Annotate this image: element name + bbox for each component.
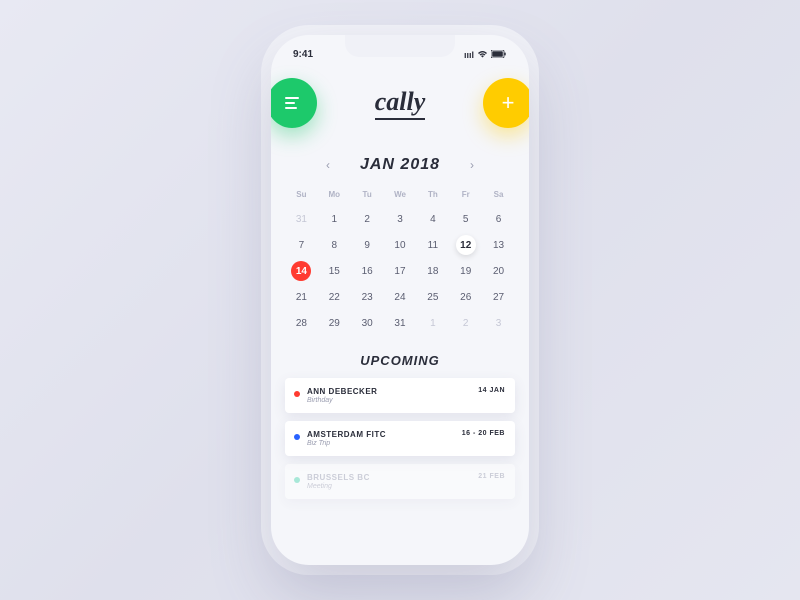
event-color-dot <box>294 434 300 440</box>
events-list: ANN DEBECKERBirthday 14 JAN AMSTERDAM FITC… <box>285 378 515 499</box>
event-date: 14 JAN <box>478 387 505 394</box>
calendar-day[interactable]: 23 <box>351 285 384 309</box>
calendar-day[interactable]: 3 <box>384 207 417 231</box>
event-color-dot <box>294 391 300 397</box>
signal-icon: ıııl <box>464 50 474 60</box>
notch <box>345 35 455 57</box>
weekday-label: Th <box>416 190 449 199</box>
event-date: 21 FEB <box>478 473 505 480</box>
calendar-day[interactable]: 14 <box>285 259 318 283</box>
weekday-label: We <box>384 190 417 199</box>
upcoming-heading: UPCOMING <box>285 353 515 368</box>
calendar-day[interactable]: 4 <box>416 207 449 231</box>
month-title: JAN 2018 <box>360 156 440 174</box>
calendar-day[interactable]: 7 <box>285 233 318 257</box>
calendar-day[interactable]: 2 <box>449 311 482 335</box>
calendar-day[interactable]: 28 <box>285 311 318 335</box>
event-name: ANN DEBECKER <box>307 387 377 396</box>
calendar-day[interactable]: 19 <box>449 259 482 283</box>
calendar-day[interactable]: 26 <box>449 285 482 309</box>
calendar-day[interactable]: 31 <box>285 207 318 231</box>
calendar-day[interactable]: 27 <box>482 285 515 309</box>
calendar-day[interactable]: 22 <box>318 285 351 309</box>
calendar-day[interactable]: 10 <box>384 233 417 257</box>
event-type: Meeting <box>307 483 370 490</box>
calendar-day[interactable]: 5 <box>449 207 482 231</box>
event-info: AMSTERDAM FITCBiz Trip <box>307 430 386 447</box>
calendar-grid: 3112345678910111213141516171819202122232… <box>285 207 515 335</box>
event-date: 16 - 20 FEB <box>462 430 505 437</box>
calendar-day[interactable]: 9 <box>351 233 384 257</box>
calendar-day[interactable]: 11 <box>416 233 449 257</box>
menu-icon <box>285 97 299 109</box>
calendar-day[interactable]: 8 <box>318 233 351 257</box>
wifi-icon <box>477 50 488 60</box>
calendar-day[interactable]: 20 <box>482 259 515 283</box>
calendar-day[interactable]: 30 <box>351 311 384 335</box>
calendar-day[interactable]: 2 <box>351 207 384 231</box>
calendar-day[interactable]: 18 <box>416 259 449 283</box>
phone-frame: 9:41 ıııl cally + ‹ JAN 2018 › SuMoTuWeT… <box>271 35 529 565</box>
calendar-day[interactable]: 21 <box>285 285 318 309</box>
weekday-label: Tu <box>351 190 384 199</box>
event-color-dot <box>294 477 300 483</box>
event-name: AMSTERDAM FITC <box>307 430 386 439</box>
calendar-day[interactable]: 1 <box>318 207 351 231</box>
plus-icon: + <box>502 90 515 116</box>
calendar-day[interactable]: 13 <box>482 233 515 257</box>
weekday-label: Sa <box>482 190 515 199</box>
app-header: cally + <box>285 78 515 128</box>
calendar-day[interactable]: 15 <box>318 259 351 283</box>
month-navigation: ‹ JAN 2018 › <box>285 154 515 176</box>
calendar-day[interactable]: 24 <box>384 285 417 309</box>
add-button[interactable]: + <box>483 78 529 128</box>
event-card[interactable]: BRUSSELS BCMeeting 21 FEB <box>285 464 515 499</box>
event-card[interactable]: AMSTERDAM FITCBiz Trip 16 - 20 FEB <box>285 421 515 456</box>
calendar-day[interactable]: 12 <box>449 233 482 257</box>
calendar-day[interactable]: 16 <box>351 259 384 283</box>
calendar-day[interactable]: 6 <box>482 207 515 231</box>
event-info: ANN DEBECKERBirthday <box>307 387 377 404</box>
status-time: 9:41 <box>293 49 313 60</box>
weekday-label: Fr <box>449 190 482 199</box>
prev-month-button[interactable]: ‹ <box>322 154 334 176</box>
battery-icon <box>491 50 507 60</box>
menu-button[interactable] <box>271 78 317 128</box>
calendar-day[interactable]: 17 <box>384 259 417 283</box>
calendar-day[interactable]: 3 <box>482 311 515 335</box>
calendar-day[interactable]: 29 <box>318 311 351 335</box>
event-type: Birthday <box>307 397 377 404</box>
event-info: BRUSSELS BCMeeting <box>307 473 370 490</box>
weekday-label: Su <box>285 190 318 199</box>
next-month-button[interactable]: › <box>466 154 478 176</box>
weekday-label: Mo <box>318 190 351 199</box>
event-type: Biz Trip <box>307 440 386 447</box>
calendar-day[interactable]: 31 <box>384 311 417 335</box>
event-card[interactable]: ANN DEBECKERBirthday 14 JAN <box>285 378 515 413</box>
calendar-day[interactable]: 1 <box>416 311 449 335</box>
weekday-row: SuMoTuWeThFrSa <box>285 190 515 199</box>
event-name: BRUSSELS BC <box>307 473 370 482</box>
app-logo: cally <box>375 87 426 120</box>
calendar-day[interactable]: 25 <box>416 285 449 309</box>
status-indicators: ıııl <box>464 50 507 60</box>
